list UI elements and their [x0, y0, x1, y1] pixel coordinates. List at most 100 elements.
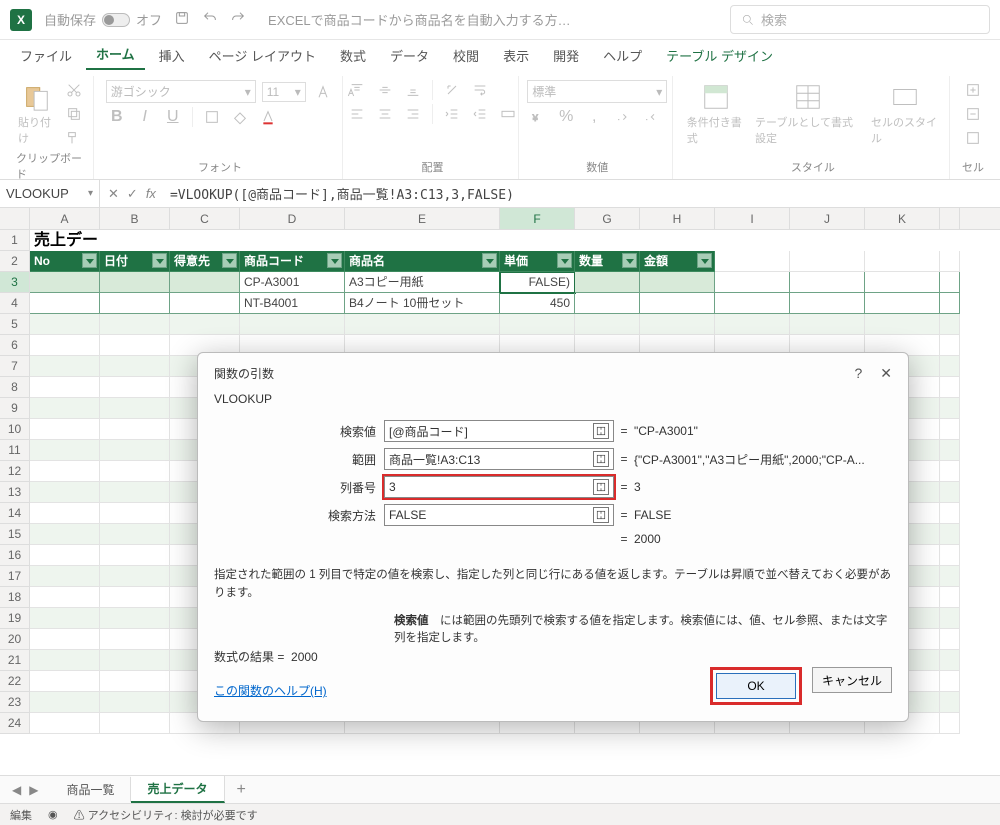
align-right-icon[interactable] [402, 104, 424, 124]
col-header[interactable]: G [575, 208, 640, 229]
arg-col-input[interactable]: 3 [384, 476, 614, 498]
increase-font-icon[interactable] [312, 82, 334, 102]
filter-icon[interactable] [222, 253, 237, 268]
cell[interactable] [790, 314, 865, 335]
inc-decimal-icon[interactable] [611, 107, 633, 127]
col-header[interactable]: A [30, 208, 100, 229]
filter-icon[interactable] [482, 253, 497, 268]
underline-icon[interactable]: U [162, 107, 184, 127]
tab-review[interactable]: 校閲 [443, 41, 489, 70]
cell[interactable] [100, 503, 170, 524]
tab-insert[interactable]: 挿入 [149, 41, 195, 70]
filter-icon[interactable] [622, 253, 637, 268]
fill-color-icon[interactable] [229, 107, 251, 127]
font-color-icon[interactable] [257, 107, 279, 127]
bold-icon[interactable]: B [106, 107, 128, 127]
paste-button[interactable]: 貼り付け [16, 80, 57, 148]
cell[interactable] [940, 314, 960, 335]
cell[interactable] [940, 671, 960, 692]
cell[interactable] [345, 314, 500, 335]
cell[interactable] [100, 461, 170, 482]
th-price[interactable]: 単価 [500, 251, 575, 272]
redo-icon[interactable] [230, 10, 246, 29]
cell[interactable] [30, 398, 100, 419]
cell[interactable] [30, 713, 100, 734]
th-date[interactable]: 日付 [100, 251, 170, 272]
indent-dec-icon[interactable] [441, 104, 463, 124]
cut-icon[interactable] [63, 80, 85, 100]
undo-icon[interactable] [202, 10, 218, 29]
orientation-icon[interactable] [441, 80, 463, 100]
cell[interactable] [575, 314, 640, 335]
delete-cells-icon[interactable] [962, 104, 984, 124]
cell[interactable] [30, 356, 100, 377]
cell[interactable] [30, 482, 100, 503]
sheet-tab[interactable]: 商品一覧 [50, 777, 131, 802]
dec-decimal-icon[interactable] [639, 107, 661, 127]
format-cells-icon[interactable] [962, 128, 984, 148]
autosave-toggle[interactable]: 自動保存 オフ [44, 10, 162, 29]
wrap-text-icon[interactable] [469, 80, 491, 100]
cell[interactable]: B4ノート 10冊セット [345, 293, 500, 314]
enter-formula-icon[interactable]: ✓ [127, 186, 138, 202]
sheet-prev-icon[interactable]: ◀ [12, 783, 21, 797]
range-ref-icon[interactable] [593, 451, 609, 467]
cell[interactable] [940, 503, 960, 524]
cell[interactable] [100, 440, 170, 461]
active-cell[interactable]: FALSE) [500, 272, 575, 293]
col-header[interactable]: B [100, 208, 170, 229]
cell[interactable] [30, 608, 100, 629]
cell[interactable] [940, 629, 960, 650]
range-ref-icon[interactable] [593, 479, 609, 495]
col-header[interactable]: E [345, 208, 500, 229]
cell[interactable] [940, 440, 960, 461]
col-header[interactable]: D [240, 208, 345, 229]
cell[interactable] [100, 713, 170, 734]
tab-view[interactable]: 表示 [493, 41, 539, 70]
tab-layout[interactable]: ページ レイアウト [199, 41, 326, 70]
th-customer[interactable]: 得意先 [170, 251, 240, 272]
cell-styles-button[interactable]: セルのスタイル [869, 80, 941, 148]
cell[interactable] [100, 377, 170, 398]
align-center-icon[interactable] [374, 104, 396, 124]
tab-home[interactable]: ホーム [86, 39, 145, 70]
italic-icon[interactable]: I [134, 107, 156, 127]
cell[interactable] [865, 314, 940, 335]
tab-help[interactable]: ヘルプ [593, 41, 652, 70]
cell[interactable] [30, 461, 100, 482]
cell[interactable] [30, 692, 100, 713]
comma-icon[interactable]: , [583, 107, 605, 127]
tab-developer[interactable]: 開発 [543, 41, 589, 70]
range-ref-icon[interactable] [593, 507, 609, 523]
cell[interactable] [30, 545, 100, 566]
cell[interactable] [640, 314, 715, 335]
cell[interactable] [100, 650, 170, 671]
cell[interactable] [30, 671, 100, 692]
sheet-title[interactable]: 売上データ [30, 230, 100, 251]
cell[interactable] [30, 629, 100, 650]
cell[interactable] [940, 566, 960, 587]
help-icon[interactable]: ? [854, 365, 862, 382]
percent-icon[interactable]: % [555, 107, 577, 127]
filter-icon[interactable] [82, 253, 97, 268]
cell[interactable] [30, 503, 100, 524]
cell[interactable]: A3コピー用紙 [345, 272, 500, 293]
name-box[interactable]: VLOOKUP▾ [0, 180, 100, 207]
cell[interactable] [100, 671, 170, 692]
indent-inc-icon[interactable] [469, 104, 491, 124]
cell[interactable]: NT-B4001 [240, 293, 345, 314]
th-no[interactable]: No [30, 251, 100, 272]
conditional-format-button[interactable]: 条件付き書式 [685, 80, 747, 148]
cell[interactable] [940, 356, 960, 377]
col-header[interactable] [940, 208, 960, 229]
accessibility-status[interactable]: ⚠ アクセシビリティ: 検討が必要です [74, 807, 258, 823]
cell[interactable] [940, 398, 960, 419]
cell[interactable] [30, 587, 100, 608]
cell[interactable] [940, 545, 960, 566]
cell[interactable] [30, 419, 100, 440]
cell[interactable] [100, 545, 170, 566]
cell[interactable] [30, 440, 100, 461]
cell[interactable] [30, 524, 100, 545]
col-header[interactable]: C [170, 208, 240, 229]
align-middle-icon[interactable] [374, 80, 396, 100]
